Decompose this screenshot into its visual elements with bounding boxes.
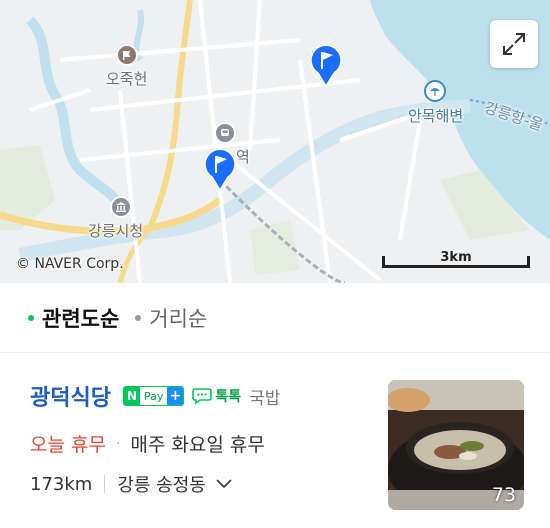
closed-status: 오늘 휴무 <box>30 434 106 456</box>
address-text[interactable]: 강릉 송정동 <box>117 471 206 497</box>
npay-n-icon: N <box>123 387 140 405</box>
place-category: 국밥 <box>249 388 281 409</box>
city-hall-poi-icon[interactable] <box>110 196 132 218</box>
sort-option-label: 관련도순 <box>42 306 120 331</box>
station-poi-icon[interactable] <box>214 122 236 144</box>
map-label-anmok-beach: 안목해변 <box>408 107 464 125</box>
talk-talk-badge[interactable]: 톡톡 <box>192 386 241 406</box>
distance-value: 173km <box>30 473 93 495</box>
npay-badge: N Pay + <box>122 386 185 406</box>
inactive-dot-icon <box>135 314 142 321</box>
map-label-station: 역 <box>236 148 250 166</box>
result-card[interactable]: 광덕식당 N Pay + 톡톡 국밥 오늘 휴무 · 매주 화요일 휴무 173… <box>0 354 550 528</box>
chevron-down-icon[interactable] <box>216 479 232 489</box>
flag-pin-icon[interactable] <box>309 44 343 88</box>
expand-icon <box>503 33 525 55</box>
chat-bubble-icon <box>192 388 213 405</box>
map-base <box>0 0 550 283</box>
sort-option-label: 거리순 <box>149 306 208 331</box>
place-name-link[interactable]: 광덕식당 <box>30 380 111 412</box>
separator-dot: · <box>115 435 121 452</box>
photo-count: 73 <box>491 484 516 506</box>
sort-option-distance[interactable]: 거리순 <box>135 303 207 333</box>
status-row: 오늘 휴무 · 매주 화요일 휴무 <box>30 430 265 457</box>
map-label-ojukheon: 오죽헌 <box>106 70 148 88</box>
beach-poi-icon[interactable] <box>424 80 446 102</box>
result-title-row: 광덕식당 N Pay + 톡톡 국밥 <box>30 380 280 412</box>
npay-plus-icon: + <box>167 387 184 405</box>
talk-label: 톡톡 <box>215 389 242 405</box>
map-scale: 3km <box>382 250 530 268</box>
place-photo[interactable]: 73 <box>388 380 524 510</box>
sort-bar: 관련도순 거리순 <box>0 283 550 353</box>
divider <box>104 475 106 493</box>
expand-map-button[interactable] <box>490 20 538 68</box>
map-label-city-hall: 강릉시청 <box>88 222 144 240</box>
map-copyright: © NAVER Corp. <box>16 256 124 272</box>
business-hours: 매주 화요일 휴무 <box>130 434 265 456</box>
active-dot-icon <box>28 314 34 321</box>
info-row: 173km 강릉 송정동 <box>30 471 232 497</box>
flag-pin-icon[interactable] <box>203 148 237 192</box>
ojukheon-poi-icon[interactable] <box>116 44 138 66</box>
sort-option-relevance[interactable]: 관련도순 <box>28 303 119 333</box>
map-scale-label: 3km <box>440 250 472 265</box>
map-view[interactable]: 오죽헌 역 강릉시청 안목해변 강릉항-울 © NAVER Corp. 3km <box>0 0 550 283</box>
npay-label: Pay <box>143 389 164 403</box>
